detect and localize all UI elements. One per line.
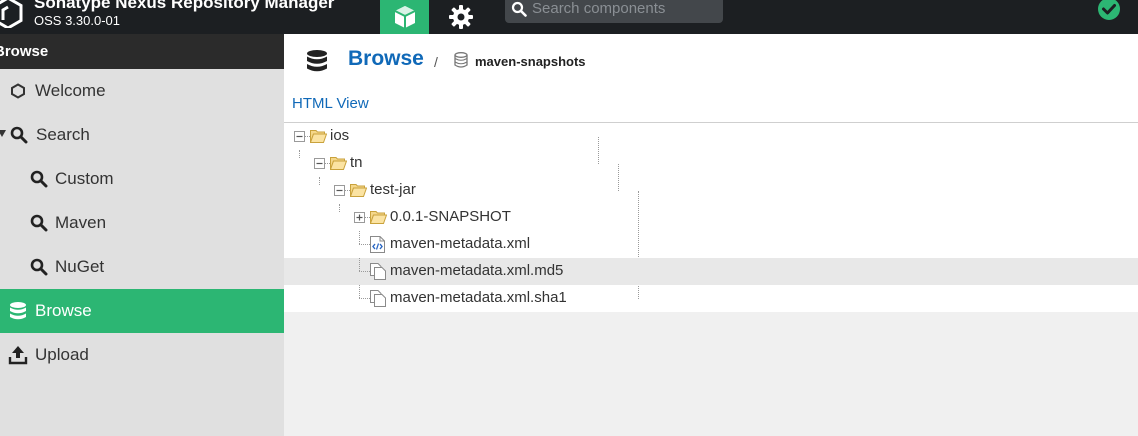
sidebar-item-custom[interactable]: Custom <box>0 157 284 201</box>
tree-node-label: maven-metadata.xml <box>390 235 531 252</box>
tree-connector <box>319 177 320 185</box>
database-icon <box>307 50 327 72</box>
chevron-down-icon[interactable] <box>0 130 6 137</box>
folder-open-icon <box>330 157 347 170</box>
tree-connector <box>359 298 370 299</box>
tree-node-label: tn <box>350 154 363 171</box>
sidebar-item-maven[interactable]: Maven <box>0 201 284 245</box>
sidebar-item-label: Welcome <box>35 81 106 100</box>
tree-row-metadata-sha1[interactable]: maven-metadata.xml.sha1 <box>284 285 1138 312</box>
page-title[interactable]: Browse <box>348 47 424 71</box>
gear-icon <box>449 5 473 29</box>
tree-connector <box>359 231 360 244</box>
tree-connector <box>359 271 370 272</box>
search-icon <box>9 125 29 145</box>
tree-node-label: maven-metadata.xml.sha1 <box>390 289 567 306</box>
expand-icon[interactable] <box>354 212 365 223</box>
nav-admin-button[interactable] <box>440 0 482 34</box>
top-header: Sonatype Nexus Repository Manager OSS 3.… <box>0 0 1138 34</box>
hexagon-icon <box>8 81 28 101</box>
tree-row-snapshot[interactable]: 0.0.1-SNAPSHOT <box>284 204 1138 231</box>
tree-node-label: 0.0.1-SNAPSHOT <box>390 208 511 225</box>
nav-browse-button[interactable] <box>380 0 429 34</box>
sidebar-item-label: Upload <box>35 345 89 364</box>
tree-row-metadata-md5[interactable]: maven-metadata.xml.md5 <box>284 258 1138 285</box>
search-icon <box>29 169 49 189</box>
sidebar-item-label: Custom <box>55 169 114 188</box>
tree-connector <box>339 204 340 212</box>
collapse-icon[interactable] <box>314 158 325 169</box>
sidebar-item-label: NuGet <box>55 257 105 276</box>
tree-row-tn[interactable]: tn <box>284 150 1138 177</box>
tree-row-metadata-xml[interactable]: maven-metadata.xml <box>284 231 1138 258</box>
collapse-icon[interactable] <box>334 185 345 196</box>
tree-row-test-jar[interactable]: test-jar <box>284 177 1138 204</box>
breadcrumb-repository: maven-snapshots <box>475 54 586 69</box>
sidebar-item-label: Maven <box>55 213 107 232</box>
breadcrumb-separator: / <box>434 54 438 70</box>
sidebar-item-label: Search <box>36 125 90 144</box>
tree-node-label: maven-metadata.xml.md5 <box>390 262 564 279</box>
breadcrumb: Browse / maven-snapshots HTML View <box>284 34 1138 123</box>
search-icon <box>29 213 49 233</box>
tree-connector <box>359 258 360 271</box>
app-title: Sonatype Nexus Repository Manager <box>34 0 335 12</box>
html-view-link[interactable]: HTML View <box>292 95 369 112</box>
sidebar-item-upload[interactable]: Upload <box>0 333 284 377</box>
tree-connector <box>359 244 370 245</box>
search-icon <box>511 1 527 17</box>
search-icon <box>29 257 49 277</box>
sidebar-item-label: Browse <box>35 301 92 320</box>
tree-view: ios tn test-jar 0.0.1-SNAPSHOT maven-met… <box>284 123 1138 312</box>
tree-node-label: test-jar <box>370 181 416 198</box>
sidebar-header: Browse <box>0 34 284 69</box>
database-icon <box>8 301 28 321</box>
cube-icon <box>394 6 415 28</box>
file-icon <box>370 290 386 307</box>
folder-open-icon <box>370 211 387 224</box>
collapse-icon[interactable] <box>294 131 305 142</box>
xml-file-icon <box>370 236 385 253</box>
tree-node-label: ios <box>330 127 350 144</box>
upload-icon <box>8 345 28 365</box>
sidebar-item-welcome[interactable]: Welcome <box>0 69 284 113</box>
nexus-hexagon-icon[interactable] <box>0 0 24 28</box>
folder-open-icon <box>350 184 367 197</box>
check-circle-icon[interactable] <box>1097 0 1121 21</box>
tree-connector <box>299 150 300 158</box>
folder-open-icon <box>310 130 327 143</box>
search-input[interactable] <box>532 0 718 17</box>
tree-row-ios[interactable]: ios <box>284 123 1138 150</box>
sidebar-item-search[interactable]: Search <box>0 113 284 157</box>
file-icon <box>370 263 386 280</box>
tree-connector <box>359 285 360 298</box>
app-version: OSS 3.30.0-01 <box>34 13 120 28</box>
sidebar: Browse Welcome Search Custom Maven NuGet <box>0 34 284 436</box>
search-box[interactable] <box>505 0 723 23</box>
sidebar-item-browse[interactable]: Browse <box>0 289 284 333</box>
database-icon <box>454 52 468 68</box>
sidebar-item-nuget[interactable]: NuGet <box>0 245 284 289</box>
main-panel: Browse / maven-snapshots HTML View ios t… <box>284 34 1138 436</box>
